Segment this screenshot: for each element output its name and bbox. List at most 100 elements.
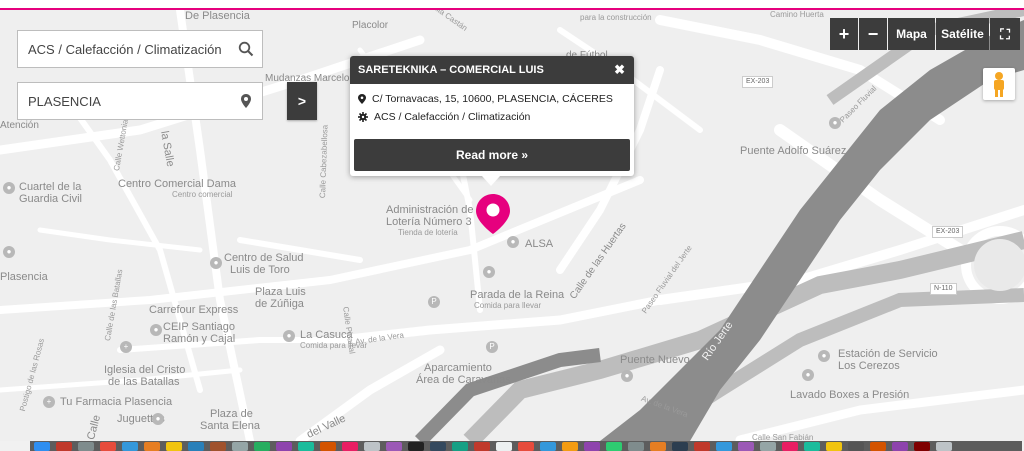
dock-app-icon[interactable] xyxy=(364,441,380,451)
map-label-loteria: Lotería Número 3 xyxy=(386,216,472,228)
poi-marker-icon[interactable]: ● xyxy=(621,370,633,382)
map-label-parada-reina: Parada de la Reina xyxy=(470,289,565,301)
map-label-cc-dama: Centro Comercial Dama xyxy=(118,178,236,190)
dock-app-icon[interactable] xyxy=(34,441,50,451)
dock-app-icon[interactable] xyxy=(298,441,314,451)
dock-app-icon[interactable] xyxy=(386,441,402,451)
zoom-in-button[interactable]: + xyxy=(830,18,858,50)
business-address: C/ Tornavacas, 15, 10600, PLASENCIA, CÁC… xyxy=(350,90,634,108)
zoom-out-button[interactable]: − xyxy=(859,18,887,50)
map-label-aparcamiento: Aparcamiento xyxy=(424,362,492,374)
map-label-ramon: Ramón y Cajal xyxy=(163,333,236,345)
map-label-atencion: Atención xyxy=(0,120,39,131)
location-pin-icon[interactable] xyxy=(476,194,510,234)
dock-app-icon[interactable] xyxy=(540,441,556,451)
dock-app-icon[interactable] xyxy=(628,441,644,451)
map-label-zuniga: de Zúñiga xyxy=(255,298,304,310)
map-label-puente-adolfo: Puente Adolfo Suárez xyxy=(740,145,847,157)
poi-marker-icon[interactable]: ● xyxy=(483,266,495,278)
map-label-plasencia-left: Plasencia xyxy=(0,271,48,283)
dock-app-icon[interactable] xyxy=(408,441,424,451)
dock-app-icon[interactable] xyxy=(210,441,226,451)
dock-app-icon[interactable] xyxy=(892,441,908,451)
poi-marker-icon[interactable]: ● xyxy=(818,350,830,362)
dock-app-icon[interactable] xyxy=(782,441,798,451)
map-label-street: Camino Huerta xyxy=(770,10,824,19)
dock-app-icon[interactable] xyxy=(584,441,600,451)
dock-app-icon[interactable] xyxy=(188,441,204,451)
dock-app-icon[interactable] xyxy=(474,441,490,451)
dock-app-icon[interactable] xyxy=(100,441,116,451)
parking-icon[interactable]: P xyxy=(486,341,498,353)
business-category: ACS / Calefacción / Climatización xyxy=(350,108,634,126)
dock-app-icon[interactable] xyxy=(496,441,512,451)
dock-app-icon[interactable] xyxy=(738,441,754,451)
dock-app-icon[interactable] xyxy=(320,441,336,451)
map-label-carrefour: Carrefour Express xyxy=(149,304,239,316)
dock-app-icon[interactable] xyxy=(606,441,622,451)
map-label-estacion: Estación de Servicio xyxy=(838,348,938,360)
dock-app-icon[interactable] xyxy=(914,441,930,451)
dock-app-icon[interactable] xyxy=(166,441,182,451)
dock-app-icon[interactable] xyxy=(936,441,952,451)
dock-app-icon[interactable] xyxy=(848,441,864,451)
poi-marker-icon[interactable]: ● xyxy=(507,236,519,248)
category-text: ACS / Calefacción / Climatización xyxy=(374,111,531,123)
location-value: PLASENCIA xyxy=(28,93,101,109)
map-type-map-button[interactable]: Mapa xyxy=(888,18,935,50)
map-label-district: De Plasencia xyxy=(185,10,250,22)
dock-app-icon[interactable] xyxy=(56,441,72,451)
dock-app-icon[interactable] xyxy=(562,441,578,451)
dock-app-icon[interactable] xyxy=(694,441,710,451)
poi-marker-icon[interactable]: ● xyxy=(283,330,295,342)
read-more-button[interactable]: Read more » xyxy=(354,139,630,171)
dock-app-icon[interactable] xyxy=(870,441,886,451)
dock-app-icon[interactable] xyxy=(342,441,358,451)
dock-app-icon[interactable] xyxy=(826,441,842,451)
poi-marker-icon[interactable]: ● xyxy=(3,246,15,258)
dock-app-icon[interactable] xyxy=(452,441,468,451)
map-label-tienda: Tienda de lotería xyxy=(398,228,458,237)
poi-marker-icon[interactable]: + xyxy=(120,341,132,353)
map-label-alsa: ALSA xyxy=(525,238,554,250)
location-input[interactable]: PLASENCIA xyxy=(17,82,263,120)
map-label-iglesia: Iglesia del Cristo xyxy=(104,364,186,376)
dock-app-icon[interactable] xyxy=(122,441,138,451)
close-icon[interactable]: ✖ xyxy=(614,62,625,78)
dock-app-icon[interactable] xyxy=(254,441,270,451)
category-search-input[interactable]: ACS / Calefacción / Climatización xyxy=(17,30,263,68)
map-label-centro-salud: Centro de Salud xyxy=(224,252,304,264)
map-label-cerezos: Los Cerezos xyxy=(838,360,900,372)
dock-app-icon[interactable] xyxy=(144,441,160,451)
poi-marker-icon[interactable]: ● xyxy=(152,413,164,425)
map-label-puente-nuevo: Puente Nuevo xyxy=(620,354,690,366)
map-marker-icon xyxy=(241,94,251,108)
search-submit-button[interactable]: > xyxy=(287,82,317,120)
road-shield: N-110 xyxy=(930,283,957,295)
poi-marker-icon[interactable]: + xyxy=(43,396,55,408)
dock-app-icon[interactable] xyxy=(232,441,248,451)
os-dock xyxy=(30,441,1022,451)
map-type-satellite-button[interactable]: Satélite xyxy=(936,18,989,50)
dock-app-icon[interactable] xyxy=(518,441,534,451)
poi-marker-icon[interactable]: ● xyxy=(829,117,841,129)
dock-app-icon[interactable] xyxy=(804,441,820,451)
map-label-plaza-santa: Plaza de xyxy=(210,408,253,420)
dock-app-icon[interactable] xyxy=(760,441,776,451)
map-label-parada-sub: Comida para llevar xyxy=(474,301,542,310)
street-view-pegman[interactable] xyxy=(983,68,1015,100)
poi-marker-icon[interactable]: ● xyxy=(210,257,222,269)
fullscreen-button[interactable]: ⛶ xyxy=(990,18,1020,50)
gear-icon xyxy=(358,112,368,122)
dock-app-icon[interactable] xyxy=(276,441,292,451)
poi-marker-icon[interactable]: ● xyxy=(802,369,814,381)
dock-app-icon[interactable] xyxy=(672,441,688,451)
poi-marker-icon[interactable]: ● xyxy=(150,324,162,336)
dock-app-icon[interactable] xyxy=(430,441,446,451)
dock-app-icon[interactable] xyxy=(716,441,732,451)
poi-marker-icon[interactable]: ● xyxy=(3,182,15,194)
dock-app-icon[interactable] xyxy=(650,441,666,451)
map-label-ceip: CEIP Santiago xyxy=(163,321,235,333)
parking-icon[interactable]: P xyxy=(428,296,440,308)
dock-app-icon[interactable] xyxy=(78,441,94,451)
